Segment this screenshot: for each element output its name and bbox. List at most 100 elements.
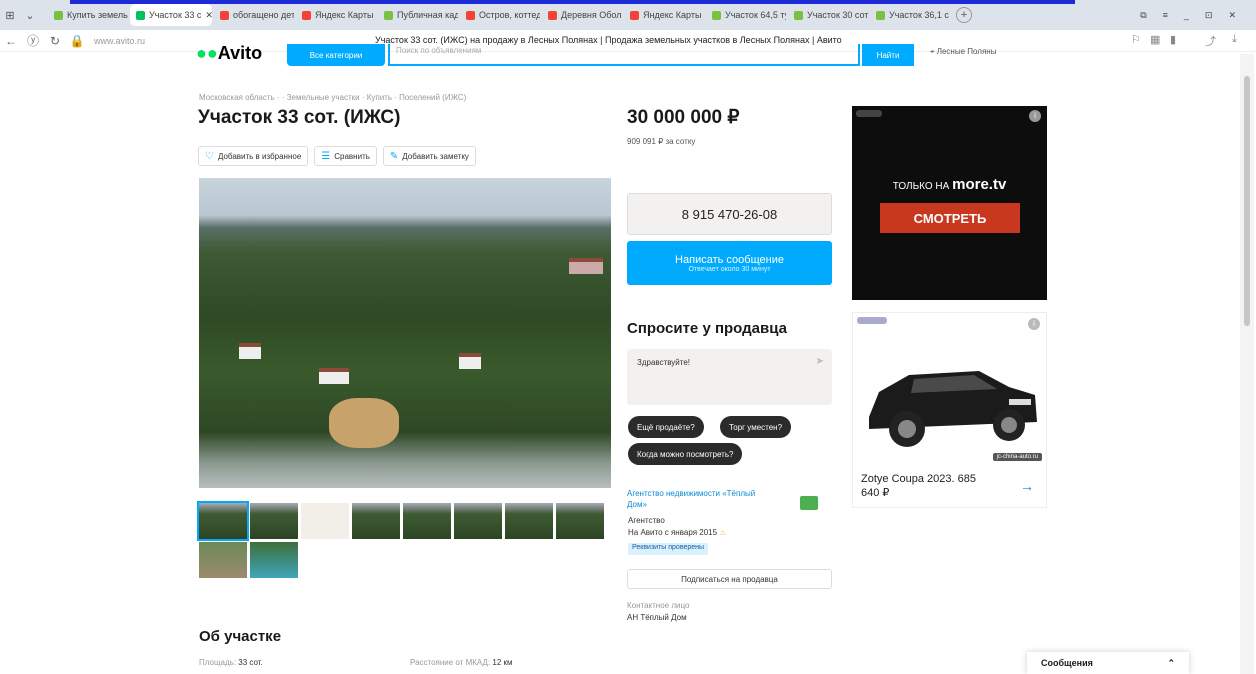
tab-favicon-icon [54, 10, 63, 20]
tab-label: Остров, коттедж [479, 10, 540, 20]
quick-question-chip[interactable]: Когда можно посмотреть? [628, 443, 743, 465]
new-tab-icon[interactable]: + [956, 7, 972, 23]
main-photo[interactable] [199, 178, 611, 488]
reader-icon[interactable]: ▦ [1150, 33, 1160, 46]
browser-tab[interactable]: обогащено дет [214, 4, 294, 26]
scrollbar[interactable] [1240, 54, 1254, 674]
tab-favicon-icon [384, 10, 393, 20]
yandex-icon[interactable]: ⓨ [22, 32, 44, 49]
thumbnail[interactable] [403, 503, 451, 539]
categories-button[interactable]: Все категории [287, 44, 385, 66]
house-shape [459, 353, 481, 369]
avito-logo[interactable]: ●●Avito [196, 43, 262, 64]
tab-label: Яндекс Карты [643, 10, 702, 20]
browser-menu-icon[interactable]: ⊞ [0, 5, 20, 25]
thumbnail[interactable] [505, 503, 553, 539]
back-icon[interactable]: ← [0, 34, 22, 48]
ad-label [857, 317, 887, 324]
browser-tab[interactable]: Купить земельн [48, 4, 128, 26]
phone-button[interactable]: 8 915 470-26-08 [627, 193, 832, 235]
find-button[interactable]: Найти [862, 44, 914, 66]
tab-favicon-icon [220, 10, 229, 20]
thumbnail[interactable] [250, 542, 298, 578]
info-icon[interactable]: i [1028, 318, 1040, 330]
share-icon[interactable]: ⤴ [1205, 33, 1216, 49]
browser-tab[interactable]: Остров, коттедж [460, 4, 540, 26]
verified-badge: Реквизиты проверены [628, 543, 709, 555]
contact-person-label: Контактное лицо [627, 601, 690, 610]
browser-tab[interactable]: Публичная кад [378, 4, 458, 26]
search-input[interactable]: Поиск по объявлениям [388, 44, 860, 66]
quick-question-chip[interactable]: Торг уместен? [720, 416, 792, 438]
ad-banner-moretv[interactable]: i ТОЛЬКО НА more.tv СМОТРЕТЬ [852, 106, 1047, 300]
tab-label: Яндекс Карты [315, 10, 374, 20]
breadcrumb[interactable]: Московская область · · Земельные участки… [199, 93, 466, 102]
tab-favicon-icon [466, 10, 475, 20]
tab-strip: Купить земельн Участок 33 с ✕ обогащено дет… [48, 4, 952, 26]
profile-icon[interactable]: ≡ [1163, 10, 1168, 21]
tab-favicon-icon [302, 10, 311, 20]
browser-tab[interactable]: Участок 30 сот [788, 4, 868, 26]
fire-icon: ♨ [719, 528, 727, 537]
browser-tab[interactable]: Деревня Обол [542, 4, 622, 26]
thumbnail[interactable] [250, 503, 298, 539]
subscribe-button[interactable]: Подписаться на продавца [627, 569, 832, 589]
house-shape [239, 343, 261, 359]
download-icon[interactable]: ⤓ [1232, 33, 1237, 46]
note-icon: ✎ [389, 150, 399, 162]
minimize-icon[interactable]: _ [1184, 10, 1189, 21]
sand-area [329, 398, 399, 448]
browser-tab-bar: ⊞ ⌄ Купить земельн Участок 33 с ✕ обогащено… [0, 0, 1256, 30]
quick-question-chip[interactable]: Ещё продаёте? [628, 416, 704, 438]
add-favorite-button[interactable]: ♡ Добавить в избранное [198, 146, 309, 166]
ad-site: jc-china-auto.ru [992, 453, 1042, 461]
thumbnail[interactable] [352, 503, 400, 539]
translate-icon[interactable]: ⚐ [1131, 33, 1141, 46]
about-section-title: Об участке [199, 628, 282, 645]
compare-button[interactable]: ☰ Сравнить [314, 146, 377, 166]
tab-favicon-icon [876, 10, 885, 20]
ad-watch-button[interactable]: СМОТРЕТЬ [880, 203, 1020, 233]
thumbnail[interactable] [199, 542, 247, 578]
tab-list-chevron-icon[interactable]: ⌄ [20, 5, 40, 25]
close-tab-icon[interactable]: ✕ [205, 10, 212, 21]
agency-logo-icon[interactable] [800, 496, 818, 510]
reload-icon[interactable]: ↻ [44, 34, 66, 48]
seller-since: На Авито с января 2015 ♨ [628, 528, 727, 537]
browser-tab[interactable]: Участок 36,1 с [870, 4, 950, 26]
messages-widget[interactable]: Сообщения ⌃ [1027, 652, 1189, 674]
ad-label [856, 110, 882, 117]
browser-tab[interactable]: Участок 33 с ✕ [130, 4, 212, 26]
thumbnail[interactable] [454, 503, 502, 539]
add-note-button[interactable]: ✎ Добавить заметку [382, 146, 476, 166]
ad-banner-car[interactable]: i jc-china-auto.ru Zotye Coupa 2023. 685… [852, 312, 1047, 508]
car-image [869, 371, 1037, 447]
scrollbar-thumb[interactable] [1244, 76, 1250, 326]
house-shape [319, 368, 349, 384]
thumbnail[interactable] [556, 503, 604, 539]
arrow-right-icon[interactable]: → [1020, 478, 1034, 494]
write-message-label: Написать сообщение [675, 253, 784, 266]
thumbnail[interactable] [301, 503, 349, 539]
thumbnail[interactable] [197, 501, 249, 541]
browser-tab[interactable]: Яндекс Карты [296, 4, 376, 26]
location-selector[interactable]: ⌖ Лесные Поляны [930, 47, 996, 57]
area-param: Площадь: 33 сот. [199, 658, 263, 667]
chevron-up-icon[interactable]: ⌃ [1167, 658, 1175, 669]
url-text[interactable]: www.avito.ru [94, 36, 184, 46]
seller-name-link[interactable]: Агентство недвижимости «Тёплый Дом» [627, 488, 767, 510]
listing-title: Участок 33 сот. (ИЖС) [198, 107, 401, 128]
bookmark-icon[interactable]: ▮ [1170, 33, 1176, 46]
browser-tab[interactable]: Яндекс Карты [624, 4, 704, 26]
messages-label: Сообщения [1041, 658, 1093, 668]
info-icon[interactable]: i [1029, 110, 1041, 122]
ask-seller-input[interactable]: Здравствуйте! ➤ [627, 349, 832, 405]
restore-icon[interactable]: ⊡ [1205, 10, 1213, 21]
tab-label: Участок 64,5 ту [725, 10, 786, 20]
write-message-button[interactable]: Написать сообщение Отвечает около 30 мин… [627, 241, 832, 285]
bookmarks-icon[interactable]: ⧉ [1140, 10, 1146, 21]
tab-favicon-icon [548, 10, 557, 20]
send-icon[interactable]: ➤ [816, 356, 824, 367]
close-window-icon[interactable]: ✕ [1228, 10, 1236, 21]
browser-tab[interactable]: Участок 64,5 ту [706, 4, 786, 26]
